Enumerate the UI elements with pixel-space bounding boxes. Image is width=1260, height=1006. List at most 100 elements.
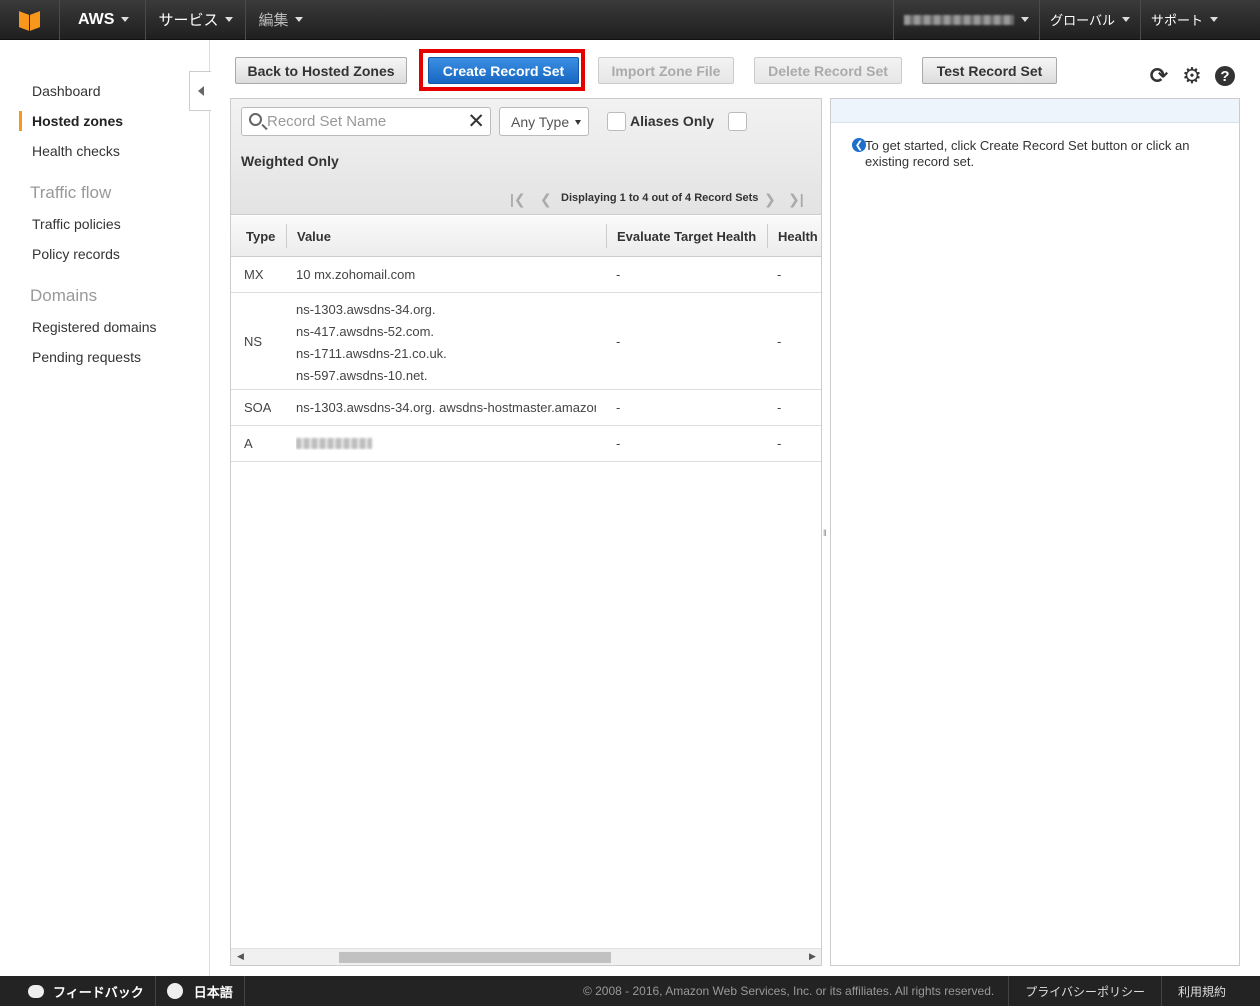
support-menu-label: サポート bbox=[1150, 13, 1203, 28]
cell-evaluate-target-health: - bbox=[616, 400, 621, 415]
create-record-set-button[interactable]: Create Record Set bbox=[428, 57, 579, 84]
aws-menu-label: AWS bbox=[78, 10, 115, 28]
cell-type: SOA bbox=[244, 400, 272, 415]
cell-health: - bbox=[777, 400, 782, 415]
cell-value: ns-1303.awsdns-34.org. bbox=[296, 302, 436, 317]
cell-type: A bbox=[244, 436, 253, 451]
sidebar-section-traffic-flow: Traffic flow bbox=[30, 183, 112, 202]
filter-area: ✕ Any Type Aliases Only Weighted Only |❮… bbox=[231, 99, 821, 215]
region-menu-label: グローバル bbox=[1050, 13, 1115, 28]
first-page-icon[interactable]: |❮ bbox=[510, 191, 526, 208]
edit-menu[interactable]: 編集 bbox=[246, 0, 315, 40]
cell-evaluate-target-health: - bbox=[616, 334, 621, 349]
scroll-right-icon[interactable]: ▶ bbox=[809, 951, 816, 962]
aws-logo-icon[interactable] bbox=[0, 0, 60, 40]
table-header: Type Value Evaluate Target Health Health bbox=[231, 216, 821, 257]
cell-value: 10 mx.zohomail.com bbox=[296, 267, 416, 282]
back-to-hosted-zones-button[interactable]: Back to Hosted Zones bbox=[235, 57, 407, 84]
import-zone-file-button[interactable]: Import Zone File bbox=[598, 57, 734, 84]
chevron-down-icon bbox=[225, 17, 234, 22]
record-sets-panel: ✕ Any Type Aliases Only Weighted Only |❮… bbox=[230, 98, 822, 966]
sidebar: Dashboard Hosted zones Health checks Tra… bbox=[0, 40, 210, 976]
globe-icon bbox=[166, 983, 183, 999]
privacy-policy-link[interactable]: プライバシーポリシー bbox=[1008, 976, 1161, 1006]
cell-value: ns-417.awsdns-52.com. bbox=[296, 324, 435, 339]
cell-evaluate-target-health: - bbox=[616, 267, 621, 282]
feedback-label: フィードバック bbox=[53, 984, 144, 1000]
next-page-icon[interactable]: ❯ bbox=[764, 191, 776, 208]
table-row[interactable]: MX 10 mx.zohomail.com - - bbox=[231, 257, 821, 293]
account-menu[interactable] bbox=[893, 0, 1039, 40]
copyright-text: © 2008 - 2016, Amazon Web Services, Inc.… bbox=[582, 984, 995, 998]
language-label: 日本語 bbox=[193, 984, 233, 1000]
sidebar-collapse-button[interactable] bbox=[189, 71, 211, 111]
support-menu[interactable]: サポート bbox=[1139, 0, 1260, 40]
cell-evaluate-target-health: - bbox=[616, 436, 621, 451]
sidebar-item-hosted-zones[interactable]: Hosted zones bbox=[32, 113, 123, 129]
sidebar-item-registered-domains[interactable]: Registered domains bbox=[32, 319, 157, 335]
search-icon bbox=[249, 113, 262, 126]
column-header-value[interactable]: Value bbox=[286, 216, 331, 257]
account-name-redacted bbox=[904, 14, 1015, 25]
region-menu[interactable]: グローバル bbox=[1039, 0, 1140, 40]
active-indicator bbox=[19, 111, 22, 131]
help-icon[interactable]: ? bbox=[1213, 64, 1237, 88]
record-set-name-input[interactable] bbox=[267, 113, 467, 130]
footer: フィードバック 日本語 © 2008 - 2016, Amazon Web Se… bbox=[0, 976, 1260, 1006]
type-select[interactable]: Any Type bbox=[499, 107, 589, 136]
search-box: ✕ bbox=[241, 107, 491, 136]
feedback-link[interactable]: フィードバック bbox=[0, 976, 156, 1006]
last-page-icon[interactable]: ❯| bbox=[788, 191, 804, 208]
details-panel: ❮ To get started, click Create Record Se… bbox=[830, 98, 1240, 966]
delete-record-set-button[interactable]: Delete Record Set bbox=[754, 57, 902, 84]
cell-type: NS bbox=[244, 334, 263, 349]
weighted-only-label: Weighted Only bbox=[241, 153, 339, 169]
cell-health: - bbox=[777, 436, 782, 451]
scrollbar-thumb[interactable] bbox=[339, 952, 611, 963]
cell-type: MX bbox=[244, 267, 264, 282]
chevron-down-icon bbox=[295, 17, 304, 22]
speech-bubble-icon bbox=[28, 984, 44, 998]
sidebar-item-traffic-policies[interactable]: Traffic policies bbox=[32, 216, 121, 232]
column-header-health[interactable]: Health bbox=[767, 216, 818, 257]
chevron-down-icon bbox=[1121, 17, 1130, 22]
sidebar-item-pending-requests[interactable]: Pending requests bbox=[32, 349, 141, 365]
chevron-down-icon bbox=[1021, 17, 1030, 22]
cell-value: ns-1711.awsdns-21.co.uk. bbox=[296, 346, 447, 361]
column-header-evaluate-target-health[interactable]: Evaluate Target Health bbox=[606, 216, 756, 257]
services-menu[interactable]: サービス bbox=[146, 0, 247, 40]
chevron-down-icon bbox=[1210, 17, 1218, 22]
sidebar-item-health-checks[interactable]: Health checks bbox=[32, 143, 120, 159]
column-header-type[interactable]: Type bbox=[235, 216, 275, 257]
table-row[interactable]: NS ns-1303.awsdns-34.org. ns-417.awsdns-… bbox=[231, 293, 821, 390]
refresh-icon[interactable]: ⟳ bbox=[1147, 63, 1171, 88]
pager-text: Displaying 1 to 4 out of 4 Record Sets bbox=[561, 192, 759, 204]
sidebar-item-dashboard[interactable]: Dashboard bbox=[32, 83, 101, 99]
aliases-only-checkbox[interactable] bbox=[607, 112, 626, 131]
edit-menu-label: 編集 bbox=[258, 12, 289, 29]
table-row[interactable]: A - - bbox=[231, 426, 821, 462]
cell-health: - bbox=[777, 334, 782, 349]
cell-value: ns-597.awsdns-10.net. bbox=[296, 368, 428, 383]
language-selector[interactable]: 日本語 bbox=[156, 976, 245, 1006]
cell-health: - bbox=[777, 267, 782, 282]
arrow-left-circle-icon: ❮ bbox=[852, 138, 866, 152]
weighted-only-checkbox[interactable] bbox=[728, 112, 747, 131]
chevron-left-icon bbox=[197, 86, 204, 96]
gear-icon[interactable]: ⚙ bbox=[1180, 63, 1204, 88]
table-row[interactable]: SOA ns-1303.awsdns-34.org. awsdns-hostma… bbox=[231, 390, 821, 426]
aliases-only-label: Aliases Only bbox=[630, 113, 715, 129]
top-nav-bar: AWS サービス 編集 グローバル サポート bbox=[0, 0, 1260, 40]
horizontal-scrollbar[interactable]: ◀ ▶ bbox=[231, 948, 821, 965]
panel-splitter-handle[interactable]: ‖ bbox=[823, 528, 827, 538]
sidebar-item-policy-records[interactable]: Policy records bbox=[32, 246, 120, 262]
close-icon[interactable]: ✕ bbox=[467, 109, 485, 134]
test-record-set-button[interactable]: Test Record Set bbox=[922, 57, 1057, 84]
type-select-value: Any Type bbox=[511, 113, 570, 130]
aws-menu[interactable]: AWS bbox=[60, 0, 147, 40]
cell-value-redacted bbox=[296, 435, 596, 450]
chevron-down-icon bbox=[575, 120, 581, 125]
scroll-left-icon[interactable]: ◀ bbox=[237, 951, 244, 962]
terms-link[interactable]: 利用規約 bbox=[1160, 976, 1260, 1006]
prev-page-icon[interactable]: ❮ bbox=[540, 191, 552, 208]
